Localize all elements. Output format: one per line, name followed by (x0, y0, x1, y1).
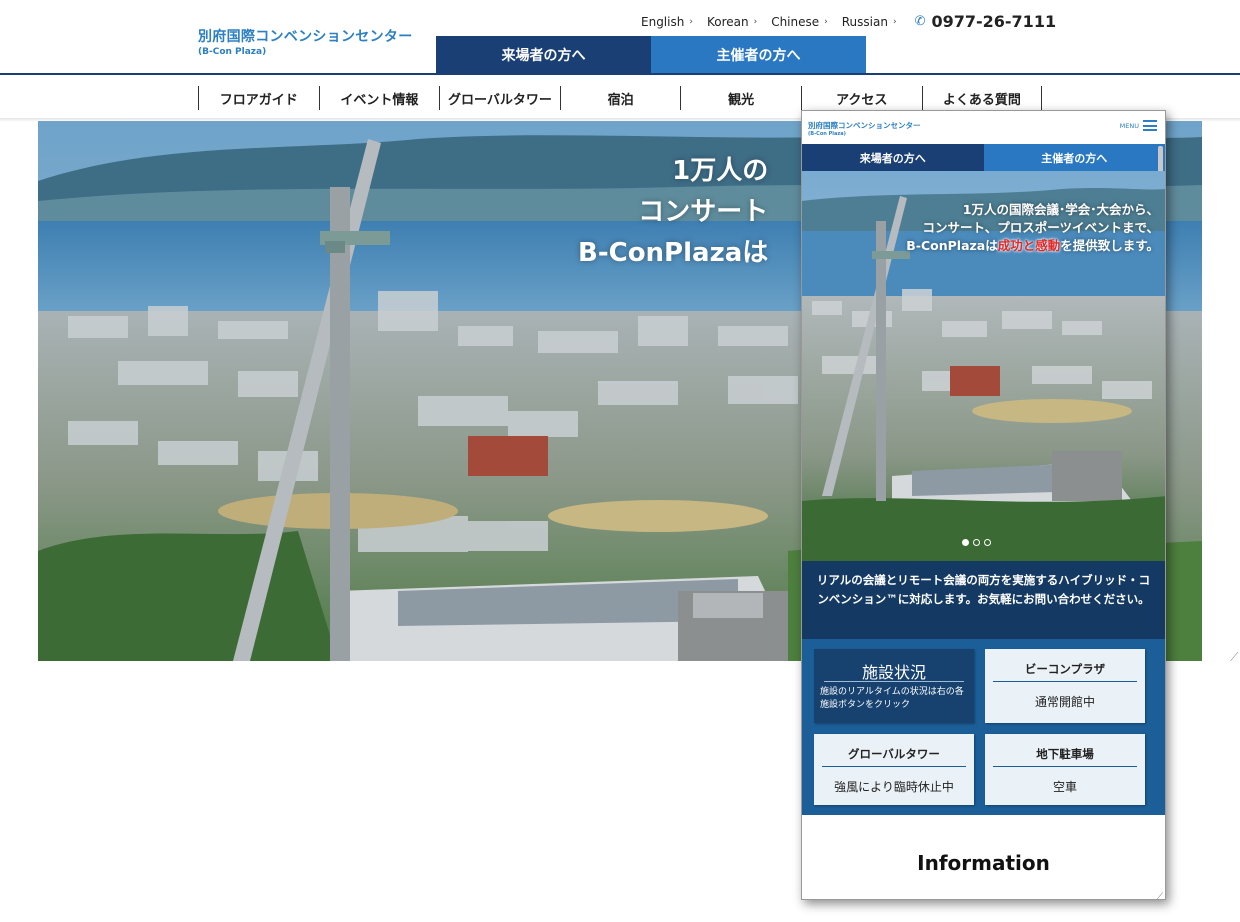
lang-russian-link[interactable]: Russian › (842, 15, 897, 29)
status-card-title: 地下駐車場 (993, 734, 1137, 767)
mobile-visitor-button[interactable]: 来場者の方へ (802, 144, 984, 171)
mobile-hero-line-post: を提供致します。 (1060, 238, 1159, 253)
language-bar: English › Korean › Chinese › Russian › ✆… (641, 12, 1056, 31)
mobile-hero-line: 1万人の国際会議･学会･大会から、 (962, 202, 1159, 217)
mobile-hero-image: 1万人の国際会議･学会･大会から、 コンサート、プロスポーツイベントまで、 B-… (802, 171, 1165, 561)
logo-subtext: (B-Con Plaza) (198, 47, 267, 57)
information-title: Information (917, 851, 1050, 875)
status-card-title: ビーコンプラザ (993, 649, 1137, 682)
mobile-preview: 別府国際コンベンションセンター (B-Con Plaza) MENU 来場者の方… (801, 110, 1166, 900)
logo-text: 別府国際コンベンションセンター (198, 29, 413, 45)
hero-copy-line: コンサート (638, 197, 769, 227)
audience-switch: 来場者の方へ 主催者の方へ (436, 36, 866, 74)
phone-number: 0977-26-7111 (931, 12, 1057, 31)
status-card-bconplaza[interactable]: ビーコンプラザ 通常開館中 (985, 649, 1145, 723)
status-card-value: 強風により臨時休止中 (834, 779, 954, 794)
hero-copy-line: 1万人の (672, 156, 769, 186)
nav-sightseeing[interactable]: 観光 (680, 86, 801, 110)
status-intro-desc: 施設のリアルタイムの状況は右の各施設ボタンをクリック (820, 687, 964, 710)
lang-label: Chinese (771, 14, 820, 29)
lang-korean-link[interactable]: Korean › (707, 15, 757, 29)
mobile-logo-subtext: (B-Con Plaza) (808, 131, 846, 137)
status-card-global-tower[interactable]: グローバルタワー 強風により臨時休止中 (814, 733, 974, 805)
hero-copy-line: B-ConPlazaは (578, 238, 769, 268)
nav-faq[interactable]: よくある質問 (921, 86, 1043, 110)
mobile-header: 別府国際コンベンションセンター (B-Con Plaza) MENU (802, 111, 1165, 144)
status-card-value: 通常開館中 (1034, 695, 1095, 709)
lang-english-link[interactable]: English › (641, 15, 693, 29)
carousel-dot[interactable] (962, 539, 969, 546)
chevron-right-icon: › (824, 16, 828, 27)
chevron-right-icon: › (689, 16, 693, 27)
carousel-dot[interactable] (973, 539, 980, 546)
mobile-hero-line-pre: B-ConPlazaは (906, 238, 998, 253)
resize-grip-icon[interactable]: ⟋ (1230, 650, 1238, 665)
site-logo[interactable]: 別府国際コンベンションセンター (B-Con Plaza) (198, 26, 413, 57)
mobile-hero-copy: 1万人の国際会議･学会･大会から、 コンサート、プロスポーツイベントまで、 B-… (906, 201, 1159, 255)
hamburger-menu-icon (1143, 120, 1157, 131)
global-nav: フロアガイド イベント情報 グローバルタワー 宿泊 観光 アクセス よくある質問 (198, 86, 1043, 110)
mobile-logo-text: 別府国際コンベンションセンター (808, 121, 921, 130)
status-card-title: グローバルタワー (822, 734, 966, 767)
mobile-organizer-button[interactable]: 主催者の方へ (983, 144, 1165, 171)
resize-grip-icon[interactable]: ⟋ (1156, 892, 1163, 899)
carousel-dot[interactable] (984, 539, 991, 546)
organizer-button[interactable]: 主催者の方へ (651, 36, 866, 74)
lang-label: English (641, 14, 685, 29)
hybrid-notice: リアルの会議とリモート会議の両方を実施するハイブリッド・コンベンション™に対応し… (802, 561, 1165, 639)
nav-access[interactable]: アクセス (800, 86, 922, 110)
visitor-button[interactable]: 来場者の方へ (436, 36, 651, 74)
mobile-hero-highlight: 成功と感動 (997, 238, 1061, 253)
mobile-hero-line: B-ConPlazaは成功と感動を提供致します。 (906, 237, 1159, 255)
status-intro-title: 施設状況 (824, 649, 964, 682)
phone-link[interactable]: ✆ 0977-26-7111 (915, 12, 1057, 31)
facility-status-grid: 施設状況 施設のリアルタイムの状況は右の各施設ボタンをクリック ビーコンプラザ … (802, 639, 1165, 815)
lang-chinese-link[interactable]: Chinese › (771, 15, 828, 29)
hero-copy: 1万人の コンサート B-ConPlazaは (578, 151, 768, 274)
phone-icon: ✆ (914, 14, 926, 29)
mobile-hero-line: コンサート、プロスポーツイベントまで、 (922, 220, 1159, 235)
status-card-parking[interactable]: 地下駐車場 空車 (985, 733, 1145, 805)
lang-label: Korean (706, 14, 749, 29)
mobile-audience-switch: 来場者の方へ 主催者の方へ (802, 144, 1165, 171)
menu-label: MENU (1119, 121, 1139, 130)
nav-events[interactable]: イベント情報 (318, 86, 440, 110)
page: 別府国際コンベンションセンター (B-Con Plaza) English › … (0, 0, 1240, 922)
header-divider (0, 73, 1240, 75)
information-section: Information ⟋ (802, 815, 1165, 899)
status-intro: 施設状況 施設のリアルタイムの状況は右の各施設ボタンをクリック (814, 649, 974, 723)
nav-lodging[interactable]: 宿泊 (559, 86, 681, 110)
chevron-right-icon: › (892, 16, 897, 27)
nav-floor-guide[interactable]: フロアガイド (198, 86, 319, 110)
mobile-menu-button[interactable]: MENU (1120, 120, 1157, 131)
mobile-logo[interactable]: 別府国際コンベンションセンター (B-Con Plaza) (808, 120, 921, 137)
lang-label: Russian (841, 14, 888, 29)
nav-global-tower[interactable]: グローバルタワー (439, 86, 560, 110)
status-card-value: 空車 (1052, 779, 1077, 794)
chevron-right-icon: › (753, 16, 758, 27)
carousel-dots (962, 539, 995, 546)
